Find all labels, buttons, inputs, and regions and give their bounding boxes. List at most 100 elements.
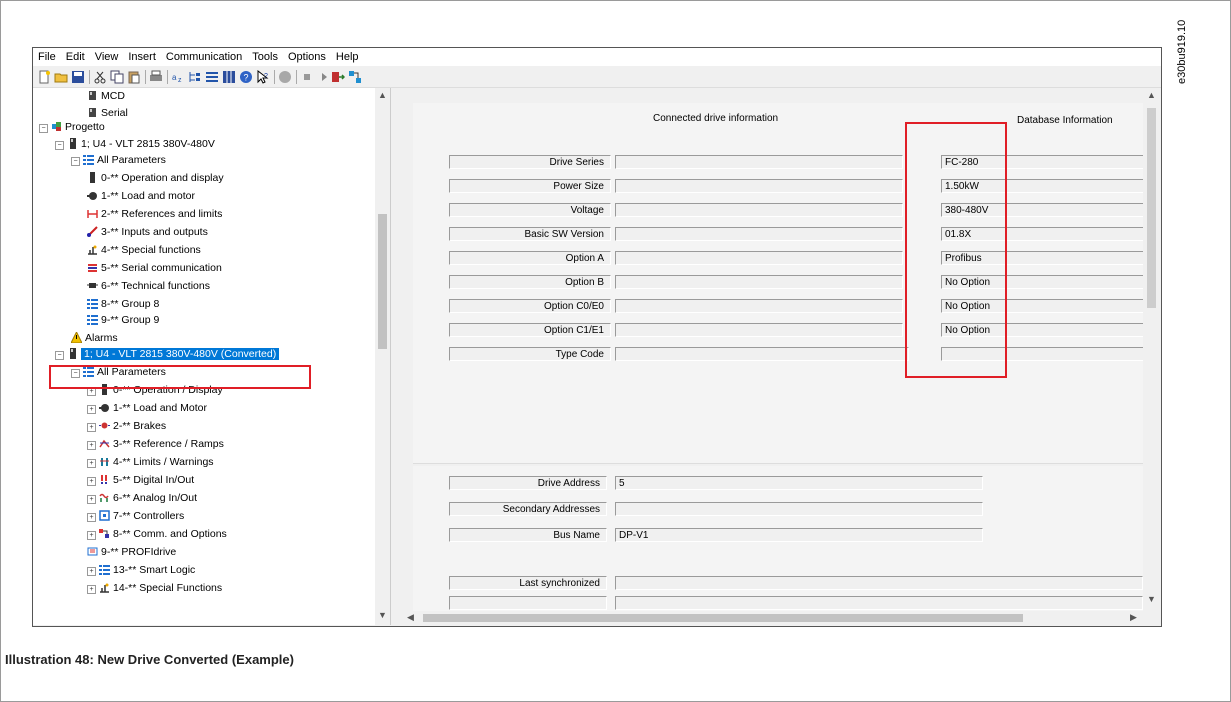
expand-toggle-icon[interactable]: + [87, 441, 96, 450]
project-tree: MCD Serial − Progetto −1; U4 - VLT 2815 380V… [33, 88, 391, 625]
tree-view-icon[interactable] [188, 70, 202, 84]
expand-toggle-icon[interactable]: + [87, 585, 96, 594]
panel-vertical-scrollbar[interactable]: ▲ ▼ [1143, 88, 1160, 625]
tree-node[interactable]: − Progetto [39, 119, 105, 135]
tree-node[interactable]: − All Parameters [71, 152, 166, 168]
tree-node[interactable]: +1-** Load and Motor [87, 400, 207, 416]
panel-hscroll-thumb[interactable] [423, 614, 1023, 622]
panel-horizontal-scrollbar[interactable]: ◀ ▶ [403, 611, 1143, 625]
connected-value-field [615, 347, 909, 361]
tree-node-label: Alarms [85, 332, 118, 344]
expand-toggle-icon[interactable]: − [55, 141, 64, 150]
menu-edit[interactable]: Edit [61, 48, 90, 66]
bus-field-label: Drive Address [449, 476, 607, 490]
expand-toggle-icon[interactable]: + [87, 531, 96, 540]
tree-node[interactable]: +13-** Smart Logic [87, 562, 195, 578]
read-from-drive-icon[interactable] [331, 70, 345, 84]
bus-value-field[interactable]: 5 [615, 476, 983, 490]
bus-value-field[interactable] [615, 576, 1143, 590]
tree-node[interactable]: 0-** Operation and display [87, 170, 224, 186]
tree-node-label: 6-** Technical functions [101, 280, 210, 292]
context-help-icon[interactable]: ? [256, 70, 270, 84]
network-scan-icon[interactable] [348, 70, 362, 84]
tree-node[interactable]: 3-** Inputs and outputs [87, 224, 208, 240]
stop-icon[interactable] [300, 70, 314, 84]
expand-toggle-icon[interactable]: − [71, 157, 80, 166]
bus-value-field[interactable]: DP-V1 [615, 528, 983, 542]
record-icon[interactable] [278, 70, 292, 84]
tree-node[interactable]: 1-** Load and motor [87, 188, 195, 204]
open-icon[interactable] [54, 70, 68, 84]
tree-node[interactable]: 8-** Group 8 [87, 296, 159, 312]
motor-icon [99, 402, 113, 414]
bus-field-label: Secondary Addresses [449, 502, 607, 516]
menu-view[interactable]: View [90, 48, 124, 66]
expand-toggle-icon[interactable]: + [87, 423, 96, 432]
tree-node[interactable]: 9-** PROFIdrive [87, 544, 176, 560]
tree-node-label: 8-** Group 8 [101, 298, 160, 310]
menu-file[interactable]: File [33, 48, 61, 66]
tree-node[interactable]: +2-** Brakes [87, 418, 166, 434]
menu-insert[interactable]: Insert [123, 48, 161, 66]
play-icon[interactable] [317, 70, 331, 84]
expand-toggle-icon[interactable]: + [87, 495, 96, 504]
expand-toggle-icon[interactable]: − [39, 124, 48, 133]
bus-value-field[interactable] [615, 502, 983, 516]
tree-node[interactable]: Alarms [71, 330, 118, 346]
expand-toggle-icon[interactable]: + [87, 567, 96, 576]
print-icon[interactable] [149, 70, 163, 84]
connected-value-field [615, 323, 903, 337]
save-icon[interactable] [71, 70, 85, 84]
project-icon [51, 121, 65, 133]
copy-icon[interactable] [110, 70, 124, 84]
tree-node[interactable]: 9-** Group 9 [87, 312, 159, 328]
tree-node[interactable]: +14-** Special Functions [87, 580, 222, 596]
drive-icon [67, 348, 81, 360]
drive-info-panel: Connected drive information Database Inf… [403, 88, 1143, 613]
tree-node[interactable]: +3-** Reference / Ramps [87, 436, 224, 452]
list-view-icon[interactable] [205, 70, 219, 84]
pane-splitter[interactable] [391, 88, 403, 625]
tree-node[interactable]: +8-** Comm. and Options [87, 526, 227, 542]
tree-node[interactable]: +6-** Analog In/Out [87, 490, 197, 506]
field-label: Power Size [449, 179, 611, 193]
tree-node-label: MCD [101, 90, 125, 102]
bus-field-label: Bus Name [449, 528, 607, 542]
tree-node[interactable]: − 1; U4 - VLT 2815 380V-480V [55, 136, 215, 152]
tree-node-label: 3-** Reference / Ramps [113, 438, 224, 450]
tree-scrollbar[interactable]: ▲ ▼ [375, 88, 390, 625]
tree-node[interactable]: 6-** Technical functions [87, 278, 210, 294]
tree-node[interactable]: +5-** Digital In/Out [87, 472, 194, 488]
field-label: Drive Series [449, 155, 611, 169]
cut-icon[interactable] [93, 70, 107, 84]
svg-text:?: ? [244, 73, 249, 83]
tree-scroll-thumb[interactable] [378, 214, 387, 349]
figure-id: e30bu919.10 [1176, 20, 1188, 85]
tree-node[interactable]: 5-** Serial communication [87, 260, 222, 276]
expand-toggle-icon[interactable]: + [87, 459, 96, 468]
menu-options[interactable]: Options [283, 48, 331, 66]
tree-node[interactable]: +4-** Limits / Warnings [87, 454, 214, 470]
tree-node-label: 2-** Brakes [113, 420, 167, 432]
sort-icon[interactable]: az [171, 70, 185, 84]
grid-view-icon[interactable] [222, 70, 236, 84]
new-icon[interactable] [37, 70, 51, 84]
tree-node[interactable]: − 1; U4 - VLT 2815 380V-480V (Converted) [55, 346, 280, 362]
menu-tools[interactable]: Tools [247, 48, 283, 66]
expand-toggle-icon[interactable]: + [87, 477, 96, 486]
paste-icon[interactable] [127, 70, 141, 84]
expand-toggle-icon[interactable]: + [87, 513, 96, 522]
panel-scroll-thumb[interactable] [1147, 108, 1156, 308]
special-icon [99, 582, 113, 594]
tree-node[interactable]: MCD [87, 88, 125, 104]
tree-node[interactable]: 4-** Special functions [87, 242, 201, 258]
menu-help[interactable]: Help [331, 48, 364, 66]
expand-toggle-icon[interactable]: + [87, 405, 96, 414]
help-icon[interactable]: ? [239, 70, 253, 84]
expand-toggle-icon[interactable]: − [55, 351, 64, 360]
tree-node[interactable]: 2-** References and limits [87, 206, 222, 222]
bus-value-field[interactable] [615, 596, 1143, 610]
tree-node-label: 3-** Inputs and outputs [101, 226, 208, 238]
tree-node[interactable]: +7-** Controllers [87, 508, 184, 524]
menu-communication[interactable]: Communication [161, 48, 247, 66]
